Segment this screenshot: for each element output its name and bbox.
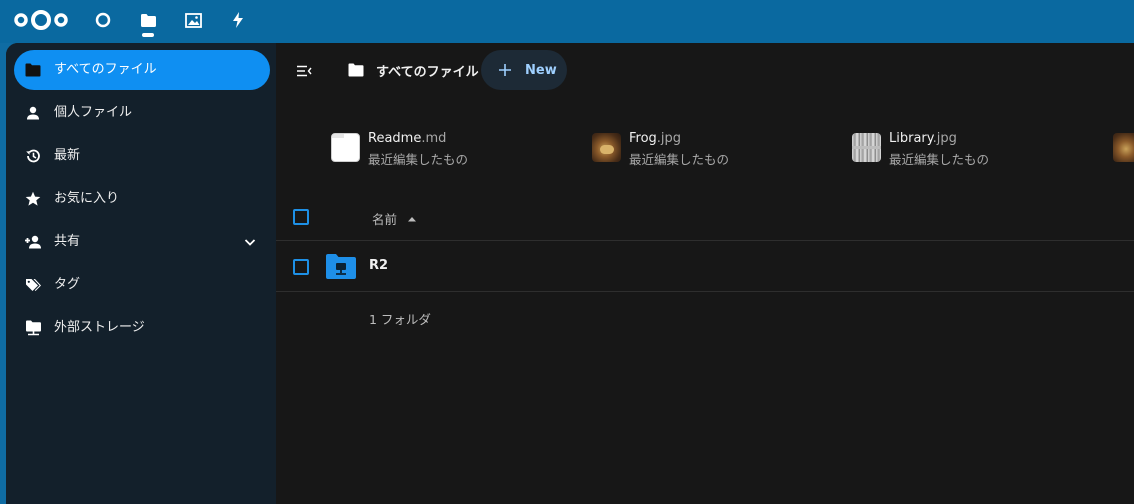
toggle-navigation-button[interactable] [290,57,318,85]
frog-photo-thumbnail [592,133,621,162]
sidebar-item-all-files[interactable]: すべてのファイル [14,50,270,90]
library-photo-thumbnail [852,133,881,162]
external-folder-icon [326,254,356,279]
top-bar [0,0,1134,43]
recent-file-name: Readme.md [368,131,447,146]
text-file-thumbnail [331,133,360,162]
sidebar-item-label: 最新 [54,148,81,163]
file-list-header: 名前 [276,193,1134,241]
chevron-down-icon[interactable] [242,234,258,250]
dashboard-app-icon[interactable] [93,10,113,30]
photos-app-icon[interactable] [183,10,203,30]
sidebar-item-favorites[interactable]: お気に入り [14,179,270,219]
recent-file-partial[interactable] [1113,131,1134,165]
file-list-summary: 1 フォルダ [369,312,431,327]
select-all-checkbox[interactable] [293,209,309,225]
star-icon [24,190,42,208]
sidebar-item-label: 外部ストレージ [54,320,145,335]
file-name: R2 [369,258,389,273]
column-header-name: 名前 [372,212,398,227]
recent-file-name: Frog.jpg [629,131,682,146]
sidebar-item-personal-files[interactable]: 個人ファイル [14,93,270,133]
plus-icon [499,64,511,76]
sidebar-item-label: すべてのファイル [54,62,157,77]
sidebar-item-label: 個人ファイル [54,105,133,120]
folder-icon [348,63,364,77]
app-frame: すべてのファイル 個人ファイル 最新 お気に入り 共有 タグ 外部ストレージ す… [6,43,1134,504]
recent-file-name: Library.jpg [889,131,957,146]
network-folder-icon [24,319,42,337]
sidebar-item-label: 共有 [54,234,81,249]
recent-file-readme[interactable]: Readme.md 最近編集したもの [331,131,531,167]
sidebar-item-label: タグ [54,277,81,292]
new-button-label: New [525,62,557,78]
activity-app-icon[interactable] [228,10,248,30]
recent-file-subtitle: 最近編集したもの [889,152,990,167]
recent-file-library[interactable]: Library.jpg 最近編集したもの [852,131,1052,167]
sort-by-name-button[interactable]: 名前 [372,209,417,228]
user-icon [24,104,42,122]
share-user-icon [24,233,42,251]
sort-ascending-icon [408,216,417,221]
recent-file-frog[interactable]: Frog.jpg 最近編集したもの [592,131,792,167]
table-row[interactable]: R2 [276,242,1134,292]
frog-photo-thumbnail [1113,133,1134,162]
recent-file-subtitle: 最近編集したもの [368,152,469,167]
menu-collapse-icon [297,65,312,77]
breadcrumb-label: すべてのファイル [376,64,479,80]
breadcrumb[interactable]: すべてのファイル [348,60,479,80]
recent-file-subtitle: 最近編集したもの [629,152,730,167]
history-icon [24,147,42,165]
files-main-area: すべてのファイル New Readme.md 最近編集したもの Frog.jpg… [276,43,1134,504]
sidebar-item-recent[interactable]: 最新 [14,136,270,176]
sidebar-item-external-storage[interactable]: 外部ストレージ [14,308,270,348]
files-app-icon[interactable] [138,10,158,30]
folder-icon [24,61,42,79]
nextcloud-logo[interactable] [13,8,69,32]
navigation-sidebar: すべてのファイル 個人ファイル 最新 お気に入り 共有 タグ 外部ストレージ [6,43,276,504]
row-checkbox[interactable] [293,259,309,275]
sidebar-item-shares[interactable]: 共有 [14,222,270,262]
new-button[interactable]: New [481,50,567,90]
tag-icon [24,276,42,294]
sidebar-item-label: お気に入り [54,191,120,206]
sidebar-item-tags[interactable]: タグ [14,265,270,305]
active-app-indicator [142,33,154,37]
